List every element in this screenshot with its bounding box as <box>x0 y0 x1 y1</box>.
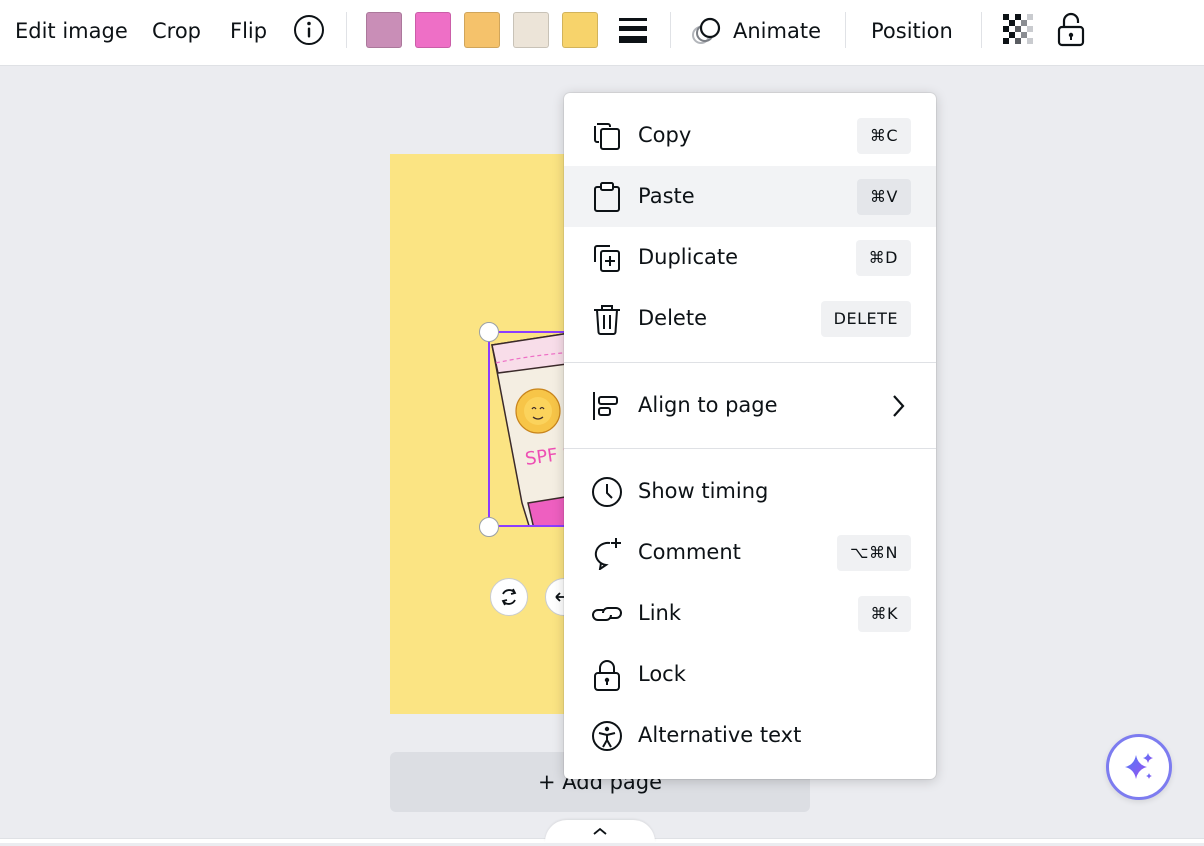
menu-item-comment[interactable]: Comment ⌥⌘N <box>564 522 936 583</box>
menu-item-label: Copy <box>638 123 692 147</box>
menu-item-label: Alternative text <box>638 723 802 747</box>
chevron-up-icon <box>593 827 607 835</box>
comment-add-icon <box>594 538 621 570</box>
menu-item-label: Comment <box>638 540 741 564</box>
resize-handle[interactable] <box>479 517 499 537</box>
trash-icon <box>594 305 620 335</box>
position-button[interactable]: Position <box>871 17 953 45</box>
toolbar: Edit image Crop Flip Animate Position <box>0 0 1204 66</box>
duplicate-icon <box>594 245 620 272</box>
color-swatch[interactable] <box>562 12 598 48</box>
shortcut-badge: ⌥⌘N <box>837 535 911 571</box>
lock-icon <box>594 660 620 691</box>
rotate-button[interactable] <box>490 578 528 616</box>
shortcut-badge: ⌘D <box>855 240 911 276</box>
resize-handle[interactable] <box>479 322 499 342</box>
animate-button[interactable]: Animate <box>733 17 821 45</box>
animate-icon[interactable] <box>691 14 725 52</box>
shortcut-badge: ⌘C <box>856 118 911 154</box>
expand-panel-tab[interactable] <box>545 820 655 842</box>
accessibility-icon <box>592 721 622 751</box>
menu-divider <box>564 362 936 363</box>
clipboard-icon <box>594 182 620 212</box>
toolbar-divider <box>845 12 846 48</box>
color-swatch[interactable] <box>464 12 500 48</box>
shortcut-badge: ⌘V <box>857 179 911 215</box>
link-icon <box>592 607 622 621</box>
border-style-icon[interactable] <box>617 14 649 50</box>
menu-item-alternative-text[interactable]: Alternative text <box>564 705 936 766</box>
menu-item-lock[interactable]: Lock <box>564 644 936 705</box>
transparency-icon[interactable] <box>1003 14 1035 50</box>
menu-item-link[interactable]: Link ⌘K <box>564 583 936 644</box>
menu-item-duplicate[interactable]: Duplicate ⌘D <box>564 227 936 288</box>
rotate-icon <box>501 588 517 606</box>
info-icon[interactable] <box>293 14 325 50</box>
toolbar-divider <box>670 12 671 48</box>
chevron-right-icon <box>893 395 905 417</box>
menu-divider <box>564 448 936 449</box>
color-swatch[interactable] <box>415 12 451 48</box>
crop-button[interactable]: Crop <box>152 17 201 45</box>
menu-item-label: Align to page <box>638 393 778 417</box>
menu-item-label: Link <box>638 601 682 625</box>
menu-item-paste[interactable]: Paste ⌘V <box>564 166 936 227</box>
sparkle-icon <box>1125 753 1153 779</box>
toolbar-divider <box>346 12 347 48</box>
color-swatch[interactable] <box>366 12 402 48</box>
shortcut-badge: DELETE <box>820 301 911 337</box>
menu-item-delete[interactable]: Delete DELETE <box>564 288 936 349</box>
toolbar-divider <box>981 12 982 48</box>
menu-item-label: Paste <box>638 184 695 208</box>
menu-item-label: Lock <box>638 662 686 686</box>
menu-item-label: Show timing <box>638 479 769 503</box>
shortcut-badge: ⌘K <box>857 596 911 632</box>
menu-item-label: Delete <box>638 306 707 330</box>
copy-icon <box>594 123 620 150</box>
color-swatch[interactable] <box>513 12 549 48</box>
menu-item-show-timing[interactable]: Show timing <box>564 461 936 522</box>
menu-item-label: Duplicate <box>638 245 739 269</box>
magic-assistant-button[interactable] <box>1106 734 1172 800</box>
menu-item-copy[interactable]: Copy ⌘C <box>564 105 936 166</box>
edit-image-button[interactable]: Edit image <box>15 17 128 45</box>
context-menu: Copy ⌘C Paste ⌘V Duplicate ⌘D Delete DEL… <box>564 93 936 779</box>
lock-open-icon[interactable] <box>1056 11 1086 51</box>
menu-item-align-to-page[interactable]: Align to page <box>564 375 936 436</box>
align-left-icon <box>593 392 618 420</box>
clock-icon <box>592 477 622 507</box>
flip-button[interactable]: Flip <box>230 17 267 45</box>
